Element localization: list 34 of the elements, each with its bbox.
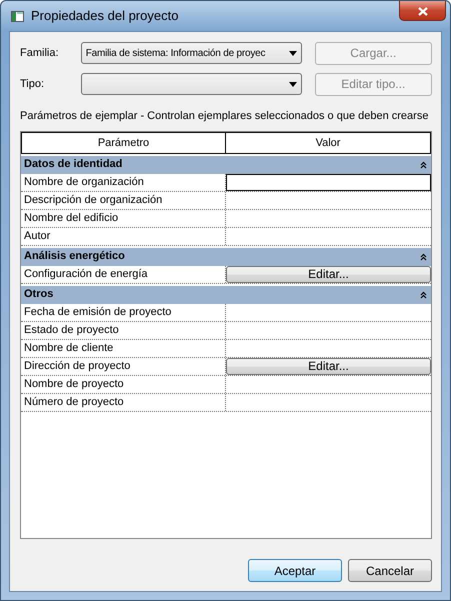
window-title: Propiedades del proyecto xyxy=(31,7,178,26)
parameter-name: Nombre de proyecto xyxy=(21,376,226,392)
parameter-name: Nombre del edificio xyxy=(21,210,226,226)
type-dropdown[interactable] xyxy=(80,73,302,95)
parameter-name: Autor xyxy=(21,228,226,244)
parameter-name: Nombre de cliente xyxy=(21,340,226,356)
type-label: Tipo: xyxy=(20,76,46,92)
value-field[interactable] xyxy=(226,174,431,190)
group-title: Análisis energético xyxy=(24,249,125,264)
family-label: Familia: xyxy=(20,46,60,61)
close-icon xyxy=(418,6,428,16)
group-header[interactable]: Datos de identidad xyxy=(21,156,431,174)
edit-button[interactable]: Editar... xyxy=(226,266,431,282)
parameter-name: Estado de proyecto xyxy=(21,322,226,338)
collapse-icon[interactable] xyxy=(420,160,427,168)
window-icon xyxy=(11,10,24,22)
cancel-button[interactable]: Cancelar xyxy=(348,559,432,582)
parameter-name: Fecha de emisión de proyecto xyxy=(21,304,226,320)
family-dropdown[interactable]: Familia de sistema: Información de proyec xyxy=(80,42,302,64)
group-title: Datos de identidad xyxy=(24,157,122,172)
parameter-name: Nombre de organización xyxy=(21,174,226,190)
parameter-name: Descripción de organización xyxy=(21,192,226,208)
group-header[interactable]: Análisis energético xyxy=(21,248,431,266)
group-title: Otros xyxy=(24,287,54,302)
edit-button[interactable]: Editar... xyxy=(226,358,431,374)
parameter-name: Número de proyecto xyxy=(21,394,226,410)
group-header[interactable]: Otros xyxy=(21,286,431,304)
column-header[interactable]: Valor xyxy=(226,132,431,154)
instance-parameters-description: Parámetros de ejemplar - Controlan ejemplares seleccionados o que deben crearse xyxy=(20,109,430,124)
column-header[interactable]: Parámetro xyxy=(21,132,226,154)
close-button[interactable] xyxy=(399,1,446,21)
accept-button[interactable]: Aceptar xyxy=(248,559,342,582)
collapse-icon[interactable] xyxy=(420,252,427,260)
collapse-icon[interactable] xyxy=(420,290,427,298)
